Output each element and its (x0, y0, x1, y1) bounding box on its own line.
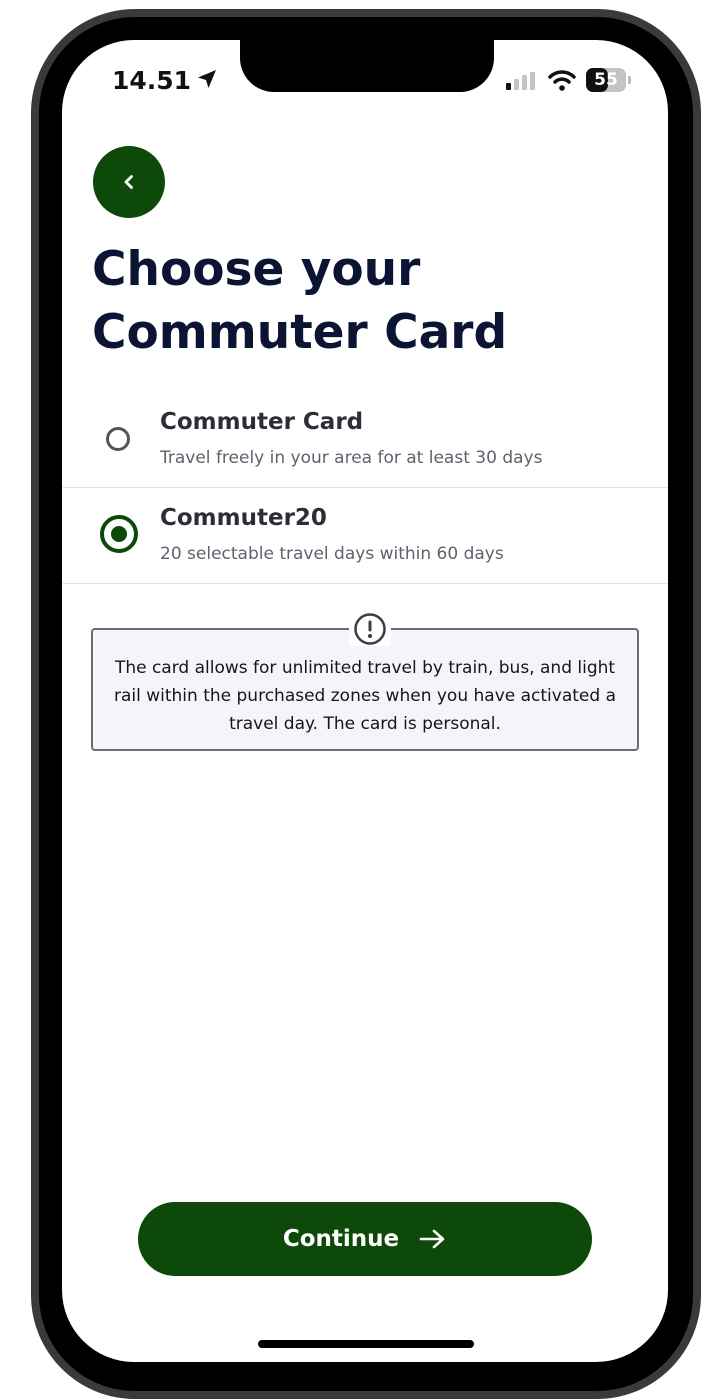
radio-button-unselected[interactable] (106, 427, 130, 451)
home-indicator (258, 1340, 474, 1348)
radio-button-selected[interactable] (100, 515, 138, 553)
status-time: 14.51 (112, 66, 192, 95)
option-commuter20[interactable]: Commuter20 20 selectable travel days wit… (62, 487, 668, 584)
info-text: The card allows for unlimited travel by … (113, 658, 616, 734)
option-title: Commuter20 (160, 505, 327, 531)
arrow-right-icon (419, 1229, 445, 1249)
back-button[interactable] (93, 146, 165, 218)
exclamation-circle-icon (354, 613, 386, 645)
option-title: Commuter Card (160, 409, 364, 435)
battery-indicator: 55 (586, 68, 626, 92)
continue-button[interactable]: Continue (138, 1202, 592, 1276)
option-commuter-card[interactable]: Commuter Card Travel freely in your area… (62, 391, 668, 488)
info-box: The card allows for unlimited travel by … (91, 612, 639, 751)
battery-percentage: 55 (594, 70, 618, 90)
battery-nub (628, 76, 631, 84)
continue-label: Continue (282, 1226, 400, 1252)
cellular-signal-icon (506, 72, 535, 90)
wifi-icon (548, 70, 576, 91)
page-title: Choose your Commuter Card (92, 242, 508, 360)
location-arrow-icon (198, 70, 216, 88)
option-subtitle: Travel freely in your area for at least … (160, 448, 543, 468)
notch (240, 40, 494, 92)
phone-screen: 14.51 55 Choose your Commuter Card Commu… (62, 40, 668, 1362)
option-subtitle: 20 selectable travel days within 60 days (160, 544, 504, 564)
info-icon-wrapper (349, 612, 391, 646)
chevron-left-icon (124, 175, 133, 189)
